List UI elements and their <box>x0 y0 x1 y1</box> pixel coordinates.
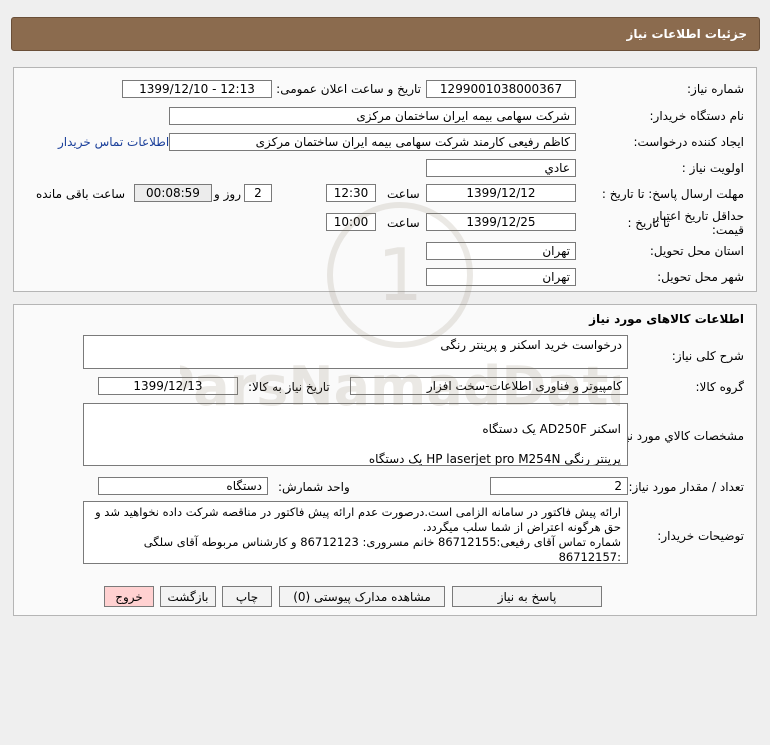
days-field: 2 <box>244 184 272 202</box>
back-button[interactable]: بازگشت <box>160 586 216 607</box>
requester-label: ایجاد کننده درخواست: <box>633 135 744 149</box>
validity-date-field: 1399/12/25 <box>426 213 576 231</box>
city-field: تهران <box>426 268 576 286</box>
print-button[interactable]: چاپ <box>222 586 272 607</box>
respond-button[interactable]: پاسخ به نیاز <box>452 586 602 607</box>
buyer-contact-link[interactable]: اطلاعات تماس خریدار <box>58 135 169 149</box>
unit-label: واحد شمارش: <box>278 480 350 494</box>
page-title: جزئیات اطلاعات نیاز <box>626 27 747 41</box>
group-field: کامپیوتر و فناوری اطلاعات-سخت افزار <box>350 377 628 395</box>
need-number-field: 1299001038000367 <box>426 80 576 98</box>
announce-datetime-label: تاریخ و ساعت اعلان عمومی: <box>276 82 421 96</box>
need-number-label: شماره نیاز: <box>687 82 744 96</box>
announce-datetime-field: 1399/12/10 - 12:13 <box>122 80 272 98</box>
priority-field: عادي <box>426 159 576 177</box>
city-label: شهر محل تحویل: <box>657 270 744 284</box>
goods-panel: اطلاعات کالاهای مورد نیاز شرح کلی نیاز: … <box>13 304 757 616</box>
page-header: جزئیات اطلاعات نیاز <box>11 17 760 51</box>
quantity-label: تعداد / مقدار مورد نیاز: <box>628 480 744 494</box>
exit-button[interactable]: خروج <box>104 586 154 607</box>
remaining-time-field: 00:08:59 <box>134 184 212 202</box>
specs-field: اسکنر AD250F یک دستگاه پرینتر رنگی HP la… <box>83 403 628 466</box>
group-label: گروه کالا: <box>695 380 745 394</box>
deadline-time-field: 12:30 <box>326 184 376 202</box>
buyer-org-label: نام دستگاه خریدار: <box>649 109 745 123</box>
deadline-date-field: 1399/12/12 <box>426 184 576 202</box>
view-attachments-button[interactable]: مشاهده مدارک پیوستی (0) <box>279 586 445 607</box>
summary-label: شرح کلی نیاز: <box>671 349 744 363</box>
validity-time-label: ساعت <box>387 216 420 230</box>
summary-field: درخواست خرید اسکنر و پرینتر رنگی <box>83 335 628 369</box>
goods-section-title: اطلاعات کالاهای مورد نیاز <box>589 312 744 326</box>
deadline-label: مهلت ارسال پاسخ: تا تاریخ : <box>601 187 744 201</box>
specs-line-1: اسکنر AD250F یک دستگاه <box>482 422 621 436</box>
requester-field: کاظم رفیعی کارمند شرکت سهامی بیمه ایران … <box>169 133 576 151</box>
buyer-notes-label: توضیحات خریدار: <box>657 529 744 543</box>
need-date-label: تاریخ نیاز به کالا: <box>248 380 330 394</box>
priority-label: اولویت نیاز : <box>681 161 744 175</box>
need-info-panel: شماره نیاز: 1299001038000367 تاریخ و ساع… <box>13 67 757 292</box>
need-date-field: 1399/12/13 <box>98 377 238 395</box>
province-label: استان محل تحویل: <box>649 244 744 258</box>
province-field: تهران <box>426 242 576 260</box>
validity-time-field: 10:00 <box>326 213 376 231</box>
validity-to-label: تا تاریخ : <box>627 216 670 230</box>
remaining-time-label: ساعت باقی مانده <box>36 187 126 201</box>
quantity-field: 2 <box>490 477 628 495</box>
buyer-org-field: شرکت سهامی بیمه ایران ساختمان مرکزی <box>169 107 576 125</box>
days-label: روز و <box>214 187 241 201</box>
buyer-notes-field: ارائه پیش فاکتور در سامانه الزامی است.در… <box>83 501 628 564</box>
validity-label-2: قیمت: <box>711 223 744 237</box>
specs-line-2: پرینتر رنگی HP laserjet pro M254N یک دست… <box>368 452 621 466</box>
deadline-time-label: ساعت <box>387 187 420 201</box>
unit-field: دستگاه <box>98 477 268 495</box>
specs-label: مشخصات کالاي مورد نياز: <box>612 429 744 443</box>
